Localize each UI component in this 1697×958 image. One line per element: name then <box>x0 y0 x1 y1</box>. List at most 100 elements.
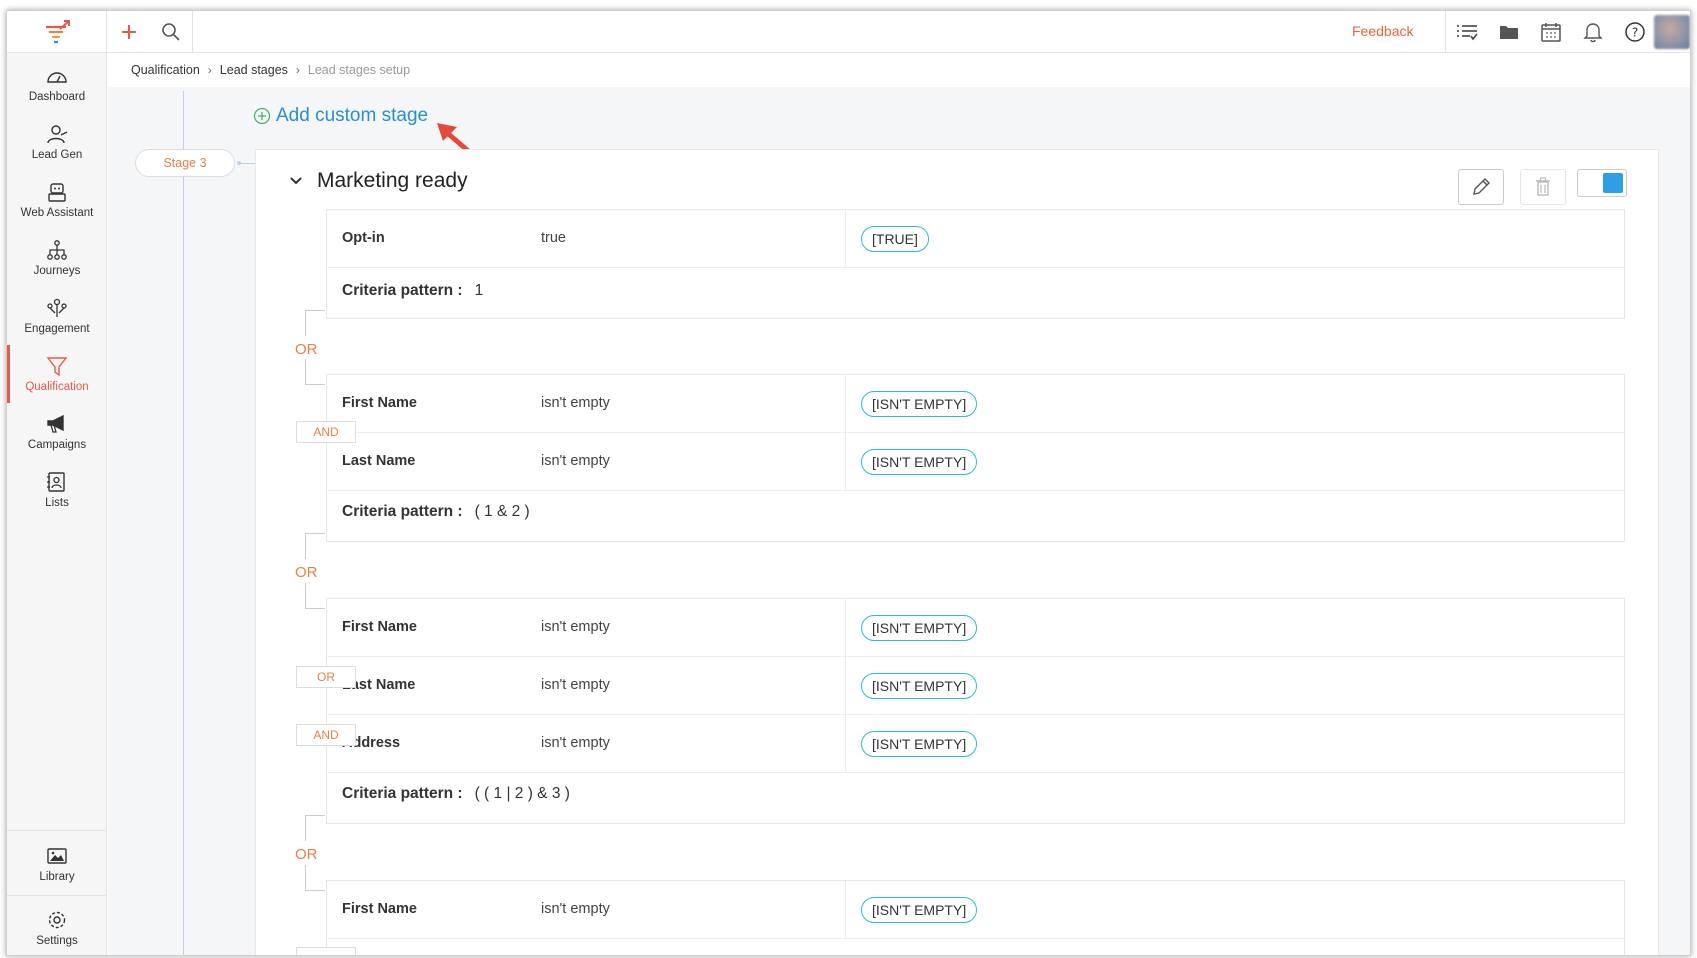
sidebar-item-label: Engagement <box>24 323 90 335</box>
checklist-icon <box>1457 25 1478 41</box>
or-connector-label: OR <box>295 564 318 581</box>
sidebar-item-label: Web Assistant <box>20 207 94 219</box>
topbar-divider <box>1445 11 1446 53</box>
criteria-field: First Name <box>342 395 417 411</box>
calendar-button[interactable] <box>1537 19 1565 45</box>
help-icon: ? <box>1625 22 1645 42</box>
criteria-pattern-value: ( 1 & 2 ) <box>474 503 530 520</box>
criteria-operator: true <box>541 230 566 246</box>
top-bar: Feedback ? <box>7 11 1690 53</box>
criteria-pattern: Criteria pattern : ( ( 1 | 2 ) & 3 ) <box>342 785 570 803</box>
stage-pill[interactable]: Stage 3 <box>135 149 235 177</box>
plus-icon <box>122 25 136 39</box>
folder-button[interactable] <box>1495 19 1523 45</box>
criteria-operator: isn't empty <box>541 901 610 917</box>
help-button[interactable]: ? <box>1621 19 1649 45</box>
sidebar-item-lists[interactable]: Lists <box>7 461 107 519</box>
criteria-group-1: Opt-in true [TRUE] Criteria pattern : 1 <box>326 209 1625 319</box>
join-operator-chip[interactable]: AND <box>296 421 356 443</box>
criteria-field: First Name <box>342 901 417 917</box>
or-bracket <box>305 533 325 559</box>
stage-header[interactable]: Marketing ready <box>289 169 468 193</box>
pencil-icon <box>1473 178 1490 195</box>
criteria-operator: isn't empty <box>541 395 610 411</box>
sidebar-item-label: Qualification <box>25 381 89 393</box>
breadcrumb-lead-stages[interactable]: Lead stages <box>220 63 288 77</box>
criteria-pattern: Criteria pattern : ( 1 & 2 ) <box>342 503 530 521</box>
criteria-row: Address isn't empty [ISN'T EMPTY] <box>327 715 1624 773</box>
edit-stage-button[interactable] <box>1458 169 1504 205</box>
delete-stage-button[interactable] <box>1520 169 1566 205</box>
or-bracket <box>305 865 325 891</box>
chevron-right-icon: › <box>295 63 300 77</box>
breadcrumb-qualification[interactable]: Qualification <box>131 63 200 77</box>
add-custom-stage-label: Add custom stage <box>276 105 429 126</box>
join-operator-chip[interactable]: OR <box>296 666 356 688</box>
join-operator-chip[interactable] <box>296 947 356 955</box>
calendar-icon <box>1541 23 1561 42</box>
sidebar-item-engagement[interactable]: Engagement <box>7 287 107 345</box>
or-connector-label: OR <box>295 846 318 863</box>
join-operator-chip[interactable]: AND <box>296 724 356 746</box>
or-connector-label: OR <box>295 341 318 358</box>
criteria-pattern: Criteria pattern : 1 <box>342 282 483 300</box>
bell-icon <box>1583 23 1603 43</box>
sidebar-item-web-assistant[interactable]: Web Assistant <box>7 171 107 229</box>
criteria-row: Opt-in true [TRUE] <box>327 210 1624 268</box>
criteria-value-tag: [ISN'T EMPTY] <box>861 615 978 641</box>
sidebar-divider <box>7 830 107 831</box>
notifications-button[interactable] <box>1579 19 1607 45</box>
criteria-row: Last Name isn't empty [ISN'T EMPTY] <box>327 657 1624 715</box>
search-button[interactable] <box>157 19 185 45</box>
sidebar-item-label: Dashboard <box>28 91 86 103</box>
criteria-field: Opt-in <box>342 230 385 246</box>
criteria-group-4: First Name isn't empty [ISN'T EMPTY] <box>326 880 1625 955</box>
app-logo[interactable] <box>7 11 107 53</box>
task-list-button[interactable] <box>1453 19 1481 45</box>
criteria-field: Last Name <box>342 453 416 469</box>
sidebar-item-lead-gen[interactable]: Lead Gen <box>7 113 107 171</box>
criteria-value-tag: [ISN'T EMPTY] <box>861 897 978 923</box>
sidebar: Dashboard Lead Gen Web Assistant Journey… <box>7 53 107 955</box>
sidebar-item-qualification[interactable]: Qualification <box>7 345 107 403</box>
topbar-divider <box>192 11 193 53</box>
criteria-pattern-label: Criteria pattern : <box>342 785 463 802</box>
sidebar-item-dashboard[interactable]: Dashboard <box>7 55 107 113</box>
criteria-field: First Name <box>342 619 417 635</box>
sidebar-item-journeys[interactable]: Journeys <box>7 229 107 287</box>
logo-icon <box>45 20 70 44</box>
add-new-button[interactable] <box>115 19 143 45</box>
lists-icon <box>47 472 65 492</box>
add-custom-stage-button[interactable]: Add custom stage <box>253 105 428 127</box>
criteria-row: First Name isn't empty [ISN'T EMPTY] <box>327 599 1624 657</box>
criteria-operator: isn't empty <box>541 619 610 635</box>
criteria-row: Last Name isn't empty [ISN'T EMPTY] <box>327 433 1624 491</box>
criteria-pattern-label: Criteria pattern : <box>342 282 463 299</box>
sidebar-item-settings[interactable]: Settings <box>7 899 107 955</box>
sidebar-item-label: Library <box>39 871 75 883</box>
criteria-pattern-value: ( ( 1 | 2 ) & 3 ) <box>474 785 570 802</box>
toggle-knob <box>1603 173 1623 193</box>
folder-icon <box>1500 26 1518 39</box>
or-bracket <box>305 815 325 841</box>
criteria-row: First Name isn't empty [ISN'T EMPTY] <box>327 375 1624 433</box>
dashboard-icon <box>47 72 67 83</box>
image-icon <box>47 848 67 864</box>
stage-enable-toggle[interactable] <box>1577 169 1627 197</box>
lead-gen-icon <box>47 125 68 144</box>
criteria-pattern-label: Criteria pattern : <box>342 503 463 520</box>
criteria-operator: isn't empty <box>541 453 610 469</box>
funnel-icon <box>46 357 68 377</box>
chevron-down-icon[interactable] <box>289 176 303 186</box>
sidebar-item-library[interactable]: Library <box>7 835 107 893</box>
or-bracket <box>305 583 325 609</box>
criteria-value-tag: [ISN'T EMPTY] <box>861 673 978 699</box>
stage-timeline-line <box>183 91 184 955</box>
journeys-icon <box>47 240 67 260</box>
breadcrumb: Qualification › Lead stages › Lead stage… <box>131 63 410 77</box>
sidebar-item-campaigns[interactable]: Campaigns <box>7 403 107 461</box>
sidebar-divider <box>7 895 107 896</box>
or-bracket <box>305 310 325 336</box>
feedback-link[interactable]: Feedback <box>1352 23 1413 39</box>
user-avatar[interactable] <box>1654 15 1690 49</box>
